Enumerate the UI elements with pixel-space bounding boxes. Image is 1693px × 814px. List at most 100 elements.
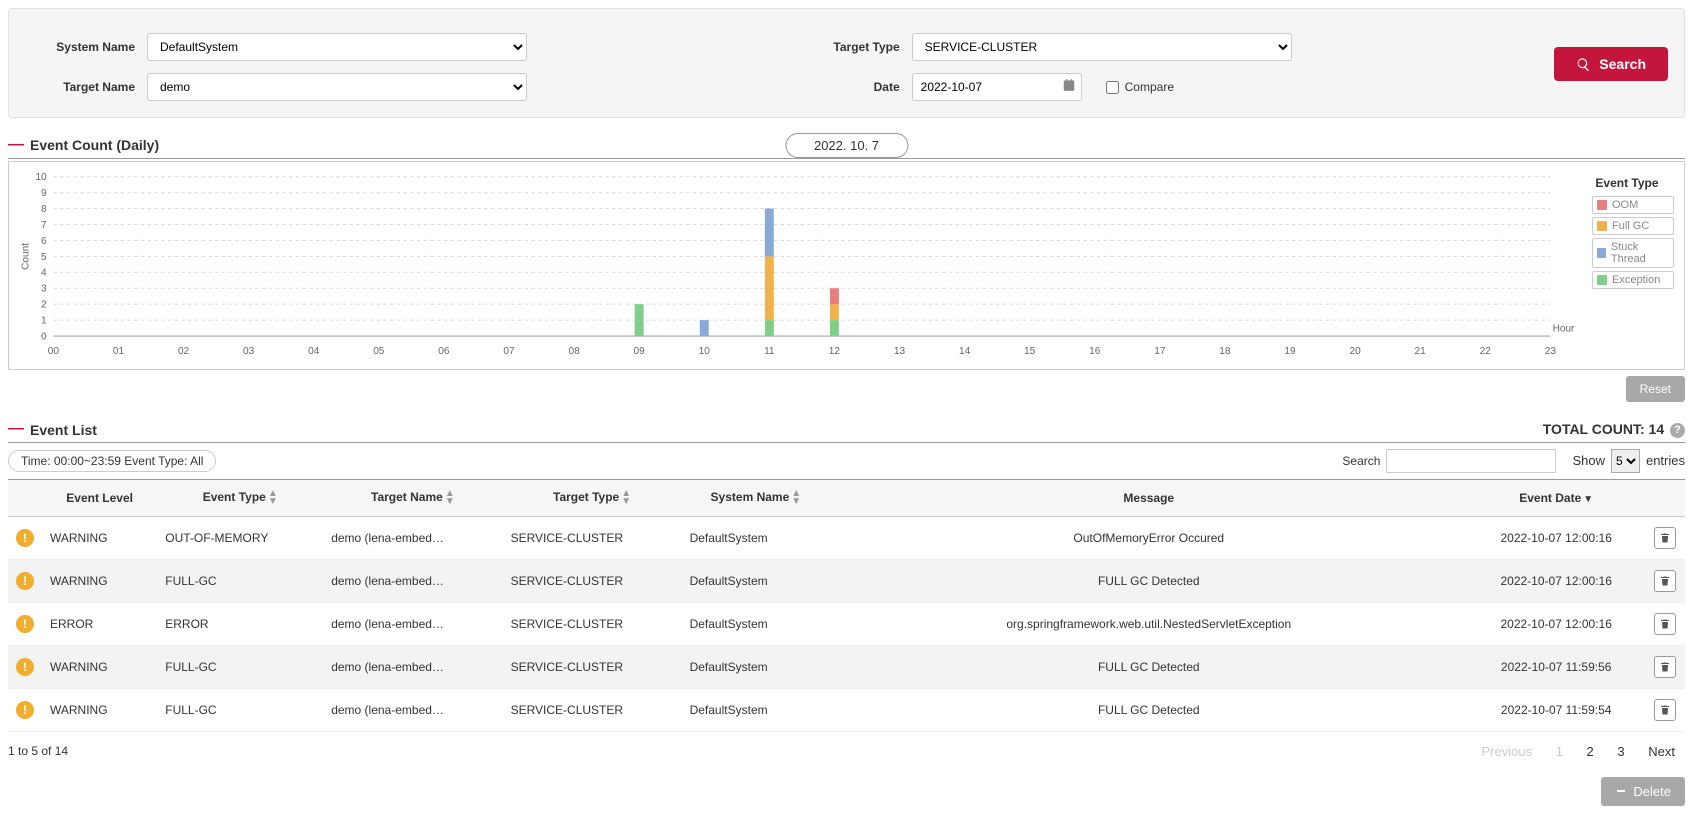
level-icon: ! <box>16 615 34 633</box>
delete-button[interactable]: Delete <box>1601 777 1685 806</box>
svg-text:Count: Count <box>21 243 32 270</box>
row-delete-button[interactable] <box>1654 570 1676 592</box>
table-search-input[interactable] <box>1386 449 1556 473</box>
legend-fullgc-label: Full GC <box>1612 220 1649 232</box>
system-name-label: System Name <box>25 40 135 54</box>
delete-button-label: Delete <box>1633 784 1671 799</box>
date-label: Date <box>790 80 900 94</box>
cell-target-name: demo (lena-embed… <box>323 645 502 688</box>
event-count-title: Event Count (Daily) <box>30 137 159 153</box>
cell-message: org.springframework.web.util.NestedServl… <box>830 602 1467 645</box>
show-select[interactable]: 5 <box>1611 449 1640 473</box>
row-delete-button[interactable] <box>1654 656 1676 678</box>
pager-info: 1 to 5 of 14 <box>8 744 68 758</box>
pager-page-3[interactable]: 3 <box>1617 744 1624 759</box>
swatch-stuck <box>1597 248 1606 258</box>
event-list-title: Event List <box>30 422 97 438</box>
table-search-label: Search <box>1342 454 1380 468</box>
svg-text:00: 00 <box>48 346 60 357</box>
minus-icon <box>1615 785 1627 797</box>
cell-target-name: demo (lena-embed… <box>323 602 502 645</box>
cell-level: WARNING <box>42 645 157 688</box>
collapse-icon[interactable]: — <box>8 420 24 438</box>
cell-target-type: SERVICE-CLUSTER <box>503 645 682 688</box>
target-name-label: Target Name <box>25 80 135 94</box>
pager-next[interactable]: Next <box>1648 744 1675 759</box>
level-icon: ! <box>16 658 34 676</box>
legend-oom[interactable]: OOM <box>1592 196 1674 214</box>
col-system-name[interactable]: System Name▲▼ <box>682 479 831 516</box>
cell-level: ERROR <box>42 602 157 645</box>
reset-button[interactable]: Reset <box>1626 376 1685 402</box>
svg-text:01: 01 <box>113 346 125 357</box>
event-count-chart: 012345678910Count00010203040506070809101… <box>13 170 1584 361</box>
svg-text:09: 09 <box>634 346 646 357</box>
total-count-label: TOTAL COUNT: <box>1543 421 1645 437</box>
table-row: !WARNINGFULL-GCdemo (lena-embed…SERVICE-… <box>8 559 1685 602</box>
cell-type: FULL-GC <box>157 559 323 602</box>
svg-text:9: 9 <box>41 188 47 199</box>
legend-exception-label: Exception <box>1612 274 1660 286</box>
show-label: Show <box>1572 453 1605 468</box>
legend-stuck-label: Stuck Thread <box>1611 241 1669 265</box>
calendar-icon[interactable] <box>1062 78 1076 95</box>
cell-target-name: demo (lena-embed… <box>323 559 502 602</box>
date-input-wrap <box>912 73 1082 101</box>
compare-checkbox[interactable] <box>1106 81 1119 94</box>
collapse-icon[interactable]: — <box>8 136 24 154</box>
pager-page-2[interactable]: 2 <box>1587 744 1594 759</box>
level-icon: ! <box>16 572 34 590</box>
cell-message: OutOfMemoryError Occured <box>830 516 1467 559</box>
cell-target-type: SERVICE-CLUSTER <box>503 516 682 559</box>
target-name-row: Target Name demo <box>25 73 766 101</box>
row-delete-button[interactable] <box>1654 613 1676 635</box>
chart-box: 012345678910Count00010203040506070809101… <box>8 161 1685 370</box>
date-row: Date Compare <box>790 73 1531 101</box>
swatch-fullgc <box>1597 221 1607 231</box>
svg-text:06: 06 <box>438 346 450 357</box>
svg-text:16: 16 <box>1089 346 1101 357</box>
col-message[interactable]: Message <box>830 479 1467 516</box>
pager-row: 1 to 5 of 14 Previous 1 2 3 Next <box>8 744 1685 759</box>
system-name-select[interactable]: DefaultSystem <box>147 33 527 61</box>
cell-message: FULL GC Detected <box>830 645 1467 688</box>
sort-icon: ▲▼ <box>445 490 455 506</box>
target-name-select[interactable]: demo <box>147 73 527 101</box>
level-icon: ! <box>16 701 34 719</box>
svg-text:19: 19 <box>1284 346 1296 357</box>
svg-text:07: 07 <box>503 346 515 357</box>
legend-exception[interactable]: Exception <box>1592 271 1674 289</box>
col-date[interactable]: Event Date▼ <box>1467 479 1645 516</box>
table-row: !WARNINGOUT-OF-MEMORYdemo (lena-embed…SE… <box>8 516 1685 559</box>
row-delete-button[interactable] <box>1654 699 1676 721</box>
search-button[interactable]: Search <box>1554 47 1668 81</box>
search-icon <box>1576 57 1591 72</box>
cell-level: WARNING <box>42 559 157 602</box>
swatch-oom <box>1597 200 1607 210</box>
total-count-value: 14 <box>1649 421 1665 437</box>
level-icon: ! <box>16 529 34 547</box>
cell-level: WARNING <box>42 516 157 559</box>
cell-date: 2022-10-07 11:59:54 <box>1467 688 1645 731</box>
col-target-type[interactable]: Target Type▲▼ <box>503 479 682 516</box>
col-target-name[interactable]: Target Name▲▼ <box>323 479 502 516</box>
cell-date: 2022-10-07 12:00:16 <box>1467 602 1645 645</box>
cell-type: FULL-GC <box>157 688 323 731</box>
cell-type: ERROR <box>157 602 323 645</box>
row-delete-button[interactable] <box>1654 527 1676 549</box>
pager-prev: Previous <box>1481 744 1532 759</box>
date-input[interactable] <box>912 73 1082 101</box>
pager-links: Previous 1 2 3 Next <box>1471 744 1685 759</box>
target-type-select[interactable]: SERVICE-CLUSTER <box>912 33 1292 61</box>
legend-stuck[interactable]: Stuck Thread <box>1592 238 1674 268</box>
table-body: !WARNINGOUT-OF-MEMORYdemo (lena-embed…SE… <box>8 516 1685 731</box>
table-row: !WARNINGFULL-GCdemo (lena-embed…SERVICE-… <box>8 688 1685 731</box>
compare-wrap: Compare <box>1106 80 1174 94</box>
svg-text:02: 02 <box>178 346 190 357</box>
help-icon[interactable]: ? <box>1670 423 1685 438</box>
cell-system-name: DefaultSystem <box>682 559 831 602</box>
col-level[interactable]: Event Level <box>42 479 157 516</box>
legend-fullgc[interactable]: Full GC <box>1592 217 1674 235</box>
search-button-label: Search <box>1599 56 1646 72</box>
col-type[interactable]: Event Type▲▼ <box>157 479 323 516</box>
